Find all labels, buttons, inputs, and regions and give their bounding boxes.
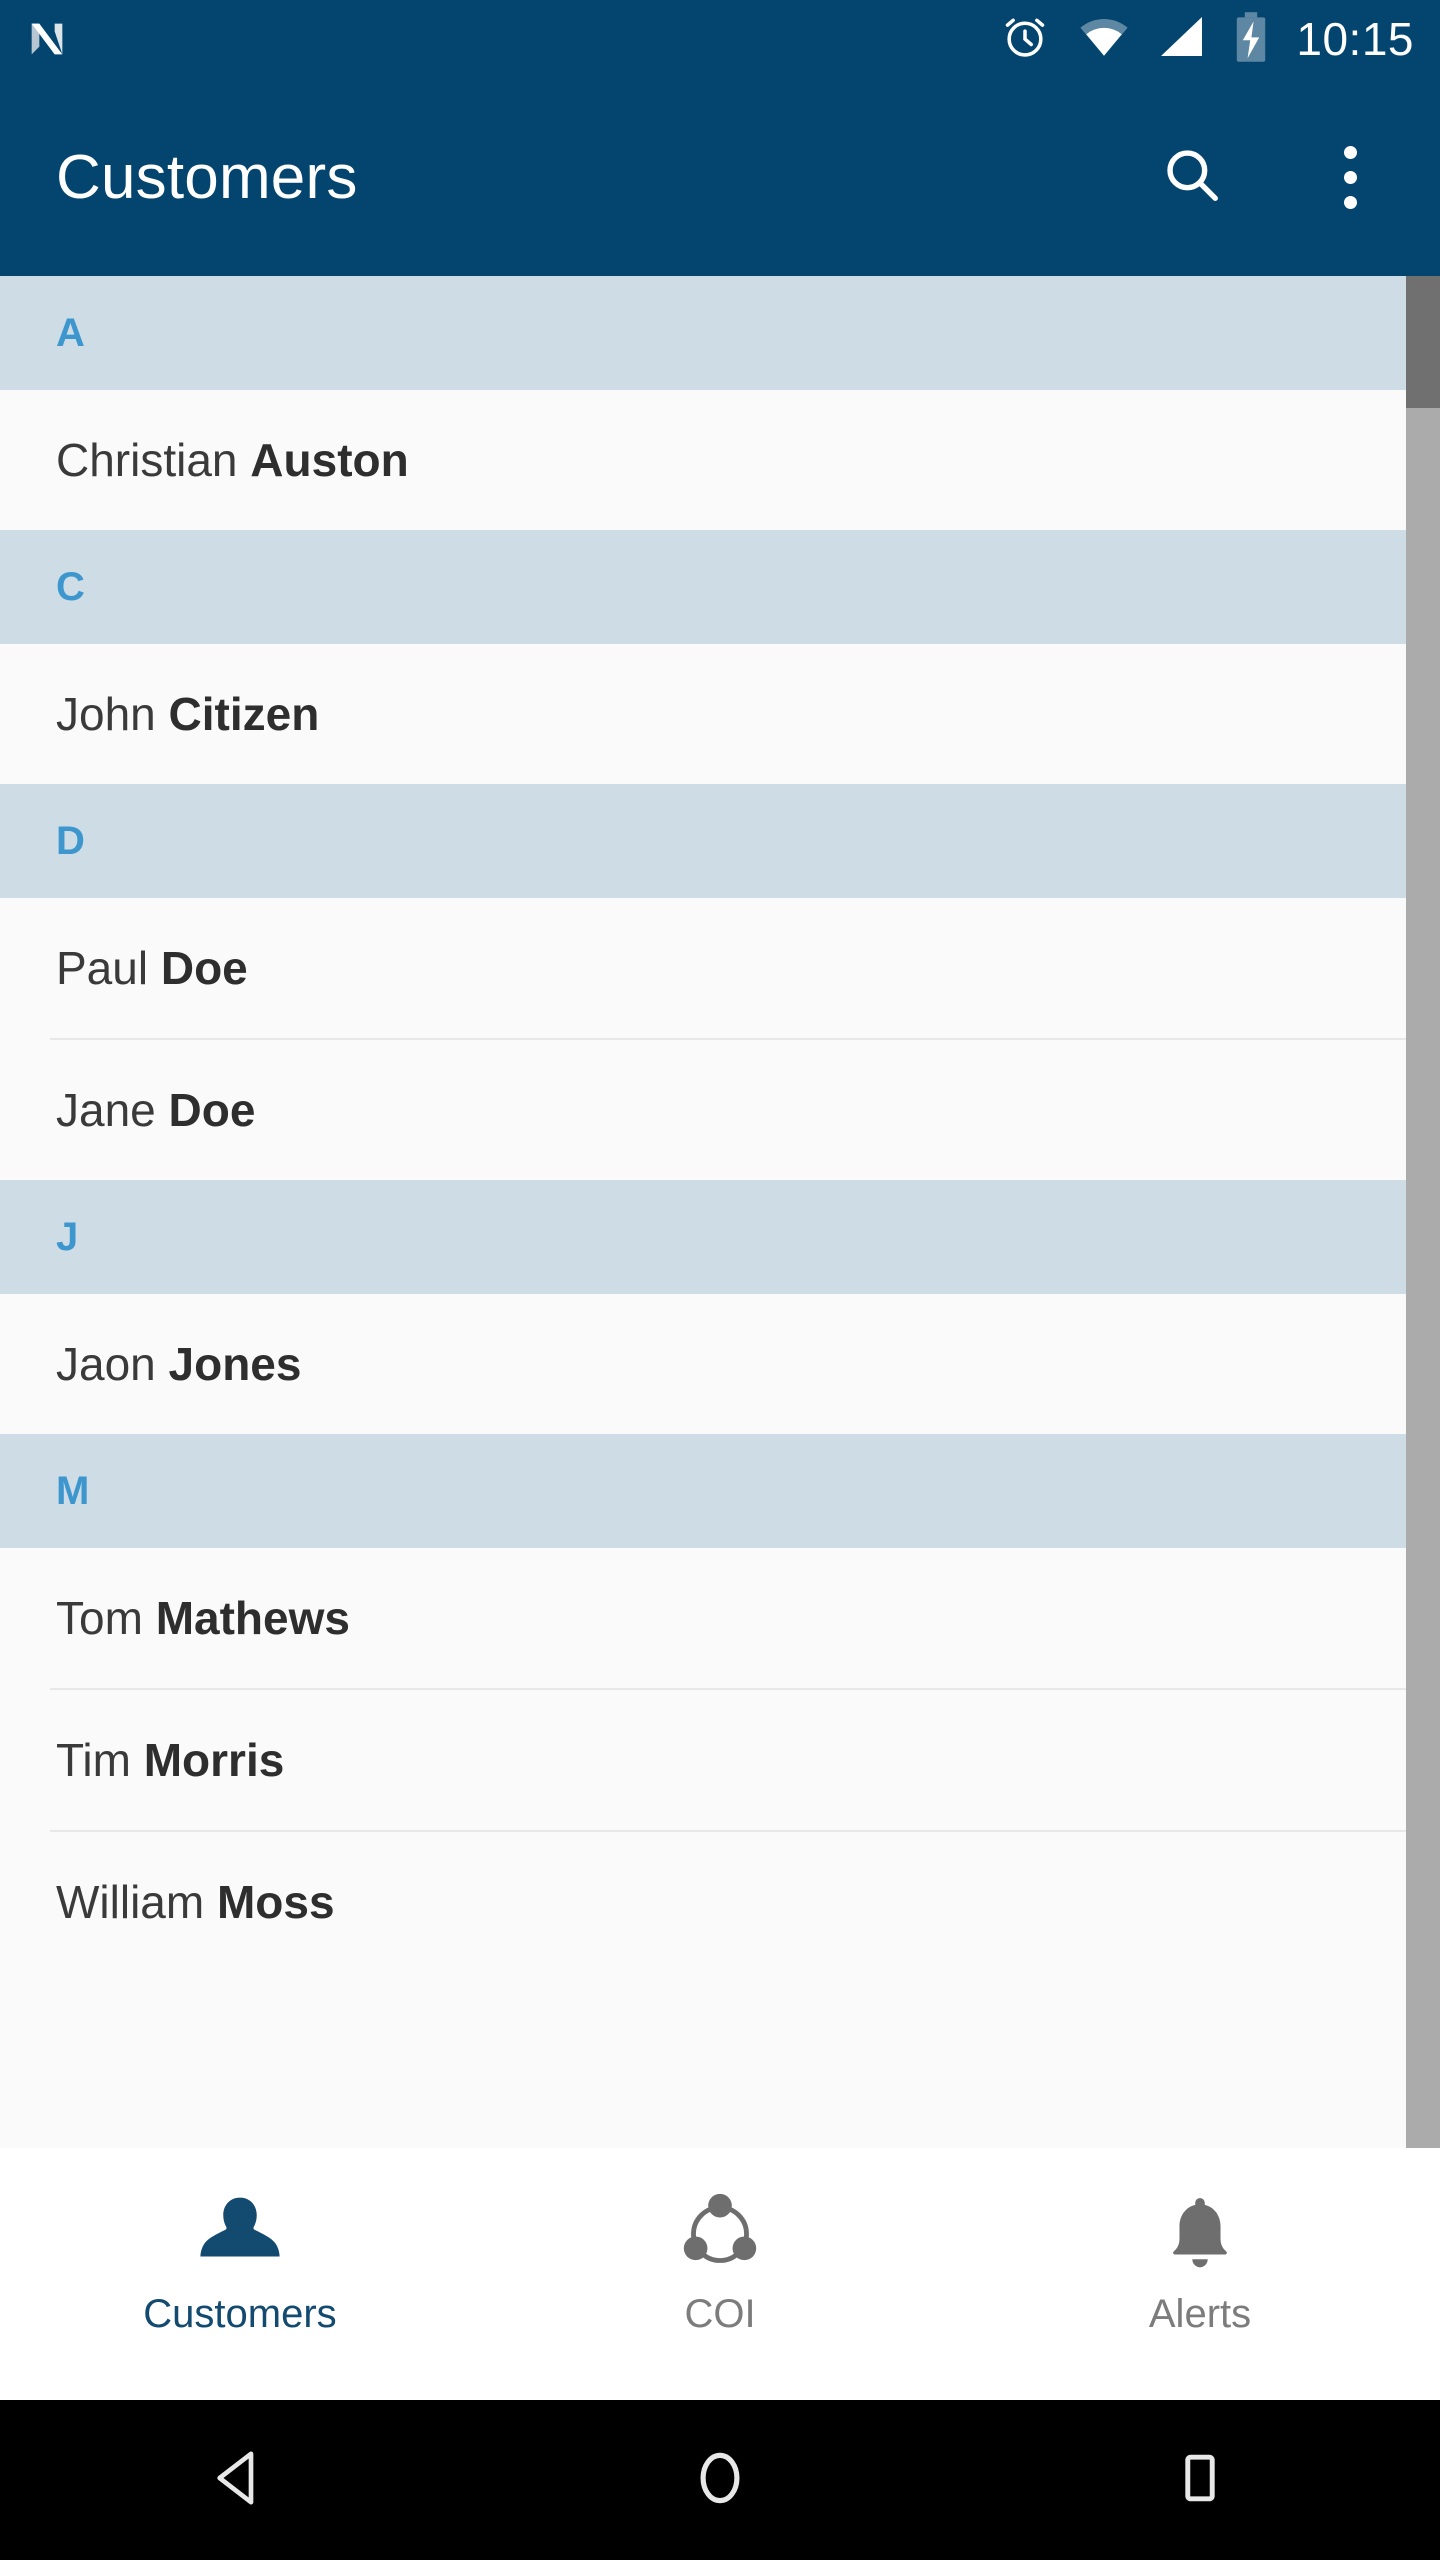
home-circle-icon bbox=[690, 2445, 750, 2516]
nav-item-alerts[interactable]: Alerts bbox=[960, 2148, 1440, 2400]
customer-first-name: Paul bbox=[56, 942, 161, 994]
table-row[interactable]: William Moss bbox=[0, 1832, 1406, 1972]
customer-name: John Citizen bbox=[56, 687, 319, 741]
alarm-icon bbox=[1000, 12, 1050, 67]
section-header-letter: A bbox=[56, 310, 86, 355]
search-button[interactable] bbox=[1146, 131, 1238, 223]
scrollbar-track[interactable] bbox=[1406, 276, 1440, 2148]
customer-last-name: Auston bbox=[250, 434, 409, 486]
search-icon bbox=[1161, 144, 1223, 211]
status-bar-left bbox=[0, 16, 70, 62]
android-navigation-bar bbox=[0, 2400, 1440, 2560]
phone-screen: 10:15 Customers A Christian Auston C Joh… bbox=[0, 0, 1440, 2560]
overflow-menu-icon bbox=[1343, 145, 1357, 209]
section-header-d: D bbox=[0, 784, 1406, 898]
status-bar-clock: 10:15 bbox=[1296, 13, 1414, 65]
customer-first-name: Jaon bbox=[56, 1338, 169, 1390]
customer-name: Christian Auston bbox=[56, 433, 409, 487]
customer-last-name: Mathews bbox=[155, 1592, 350, 1644]
back-triangle-icon bbox=[207, 2445, 273, 2516]
android-n-logo-icon bbox=[24, 16, 70, 62]
customer-name: Jaon Jones bbox=[56, 1337, 301, 1391]
section-header-letter: M bbox=[56, 1468, 91, 1513]
nav-item-customers[interactable]: Customers bbox=[0, 2148, 480, 2400]
share-network-icon bbox=[677, 2182, 763, 2286]
nav-item-coi-label: COI bbox=[684, 2292, 756, 2336]
customer-last-name: Doe bbox=[168, 1084, 256, 1136]
section-header-m: M bbox=[0, 1434, 1406, 1548]
section-header-letter: D bbox=[56, 818, 86, 863]
scrollbar-thumb[interactable] bbox=[1406, 276, 1440, 408]
app-bar: Customers bbox=[0, 78, 1440, 276]
app-bar-actions bbox=[1146, 131, 1440, 223]
person-icon bbox=[191, 2182, 289, 2286]
customer-first-name: Tim bbox=[56, 1734, 144, 1786]
table-row[interactable]: Tim Morris bbox=[0, 1690, 1406, 1830]
customer-name: Tom Mathews bbox=[56, 1591, 350, 1645]
section-header-a: A bbox=[0, 276, 1406, 390]
android-home-button[interactable] bbox=[480, 2445, 960, 2516]
bottom-navigation: Customers COI Alerts bbox=[0, 2148, 1440, 2400]
customer-list: A Christian Auston C John Citizen D Paul Doe J… bbox=[0, 276, 1440, 1972]
section-header-letter: C bbox=[56, 564, 86, 609]
customer-first-name: Christian bbox=[56, 434, 251, 486]
table-row[interactable]: Jane Doe bbox=[0, 1040, 1406, 1180]
recents-square-icon bbox=[1174, 2445, 1226, 2516]
status-bar: 10:15 bbox=[0, 0, 1440, 78]
table-row[interactable]: Christian Auston bbox=[0, 390, 1406, 530]
section-header-letter: J bbox=[56, 1214, 80, 1259]
wifi-icon bbox=[1078, 14, 1130, 65]
customer-name: Paul Doe bbox=[56, 941, 248, 995]
nav-item-coi[interactable]: COI bbox=[480, 2148, 960, 2400]
table-row[interactable]: John Citizen bbox=[0, 644, 1406, 784]
customer-list-scroll-area[interactable]: A Christian Auston C John Citizen D Paul Doe J… bbox=[0, 276, 1440, 2148]
customer-first-name: Jane bbox=[56, 1084, 169, 1136]
customer-last-name: Jones bbox=[168, 1338, 302, 1390]
customer-name: William Moss bbox=[56, 1875, 335, 1929]
customer-first-name: William bbox=[56, 1876, 217, 1928]
customer-first-name: Tom bbox=[56, 1592, 156, 1644]
nav-item-alerts-label: Alerts bbox=[1148, 2292, 1252, 2336]
customer-name: Jane Doe bbox=[56, 1083, 255, 1137]
customer-first-name: John bbox=[56, 688, 169, 740]
customer-last-name: Citizen bbox=[168, 688, 320, 740]
table-row[interactable]: Jaon Jones bbox=[0, 1294, 1406, 1434]
section-header-j: J bbox=[0, 1180, 1406, 1294]
customer-last-name: Doe bbox=[160, 942, 248, 994]
android-recents-button[interactable] bbox=[960, 2445, 1440, 2516]
customer-name: Tim Morris bbox=[56, 1733, 284, 1787]
nav-item-customers-label: Customers bbox=[143, 2292, 337, 2336]
page-title: Customers bbox=[56, 142, 358, 212]
customer-last-name: Moss bbox=[216, 1876, 335, 1928]
customer-last-name: Morris bbox=[143, 1734, 285, 1786]
signal-icon bbox=[1158, 15, 1206, 64]
overflow-menu-button[interactable] bbox=[1304, 131, 1396, 223]
table-row[interactable]: Paul Doe bbox=[0, 898, 1406, 1038]
section-header-c: C bbox=[0, 530, 1406, 644]
status-bar-right: 10:15 bbox=[1000, 11, 1440, 68]
bell-icon bbox=[1156, 2182, 1244, 2286]
battery-charging-icon bbox=[1234, 11, 1268, 68]
android-back-button[interactable] bbox=[0, 2445, 480, 2516]
table-row[interactable]: Tom Mathews bbox=[0, 1548, 1406, 1688]
